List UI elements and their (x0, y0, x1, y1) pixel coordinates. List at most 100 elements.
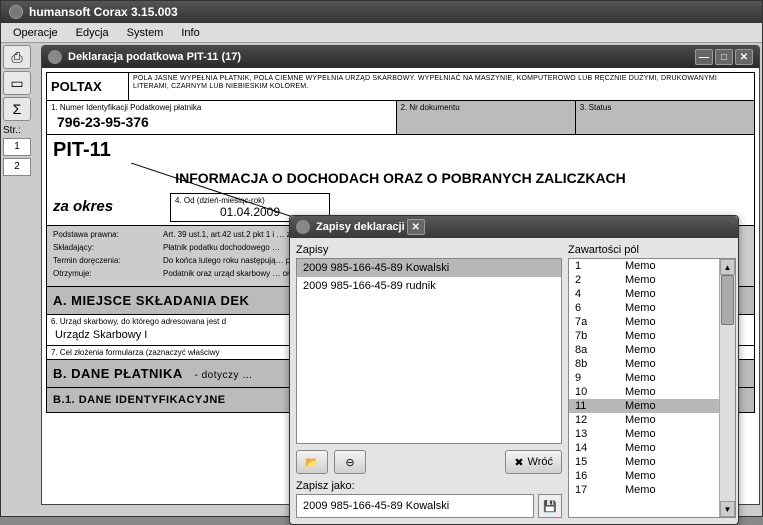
field-row[interactable]: 11Memo (569, 399, 719, 413)
back-button[interactable]: ✖Wróć (505, 450, 562, 474)
menu-edycja[interactable]: Edycja (68, 25, 117, 41)
nip-value: 796-23-95-376 (51, 112, 392, 132)
entries-label: Zapisy (296, 244, 562, 256)
field-row[interactable]: 17Memo (569, 483, 719, 497)
dialog-icon (296, 220, 310, 234)
close-button[interactable]: ✕ (735, 49, 753, 65)
toolbar-btn-3[interactable]: Σ (3, 97, 31, 121)
field-value: Memo (625, 470, 713, 482)
delete-button[interactable]: ⊖ (334, 450, 366, 474)
page-btn-2[interactable]: 2 (3, 158, 31, 176)
field-value: Memo (625, 260, 713, 272)
pit-code: PIT-11 (46, 135, 755, 166)
field-row[interactable]: 8aMemo (569, 343, 719, 357)
entries-listbox[interactable]: 2009 985-166-45-89 Kowalski2009 985-166-… (296, 258, 562, 444)
field-row[interactable]: 16Memo (569, 469, 719, 483)
legal-k4: Otrzymuje: (53, 269, 163, 278)
scroll-thumb[interactable] (721, 275, 734, 325)
field-row[interactable]: 7aMemo (569, 315, 719, 329)
menu-info[interactable]: Info (173, 25, 207, 41)
field-value: Memo (625, 386, 713, 398)
menu-system[interactable]: System (119, 25, 172, 41)
field-row[interactable]: 1Memo (569, 259, 719, 273)
field-row[interactable]: 4Memo (569, 287, 719, 301)
field-number: 6 (575, 302, 625, 314)
declaration-title: Deklaracja podatkowa PIT-11 (17) (68, 51, 241, 63)
menu-operacje[interactable]: Operacje (5, 25, 66, 41)
cancel-icon: ✖ (514, 456, 523, 469)
field-row[interactable]: 12Memo (569, 413, 719, 427)
field-value: Memo (625, 442, 713, 454)
field-row[interactable]: 9Memo (569, 371, 719, 385)
app-icon (9, 5, 23, 19)
field-row[interactable]: 14Memo (569, 441, 719, 455)
field-row[interactable]: 6Memo (569, 301, 719, 315)
open-folder-button[interactable]: 📂 (296, 450, 328, 474)
printer-icon: ⎙ (11, 49, 22, 66)
dialog-close-button[interactable]: ✕ (407, 219, 425, 235)
legal-k1: Podstawa prawna: (53, 230, 163, 239)
field-number: 14 (575, 442, 625, 454)
nip-label: 1. Numer Identyfikacji Podatkowej płatni… (51, 103, 392, 112)
field-row[interactable]: 2Memo (569, 273, 719, 287)
save-button[interactable]: 💾 (538, 494, 562, 518)
field-number: 10 (575, 386, 625, 398)
field-value: Memo (625, 316, 713, 328)
field-number: 8a (575, 344, 625, 356)
field-value: Memo (625, 456, 713, 468)
dialog-title: Zapisy deklaracji (316, 221, 405, 233)
field-value: Memo (625, 274, 713, 286)
field-number: 11 (575, 400, 625, 412)
dialog-titlebar: Zapisy deklaracji ✕ (290, 216, 738, 238)
field-row[interactable]: 13Memo (569, 427, 719, 441)
okres-sublabel: 4. Od (dzień-miesiąc-rok) (175, 196, 325, 205)
field-row[interactable]: 8bMemo (569, 357, 719, 371)
field-value: Memo (625, 288, 713, 300)
status-cell: 3. Status (575, 101, 754, 134)
field-number: 1 (575, 260, 625, 272)
save-as-input[interactable] (296, 494, 534, 518)
field-number: 8b (575, 358, 625, 370)
entry-item[interactable]: 2009 985-166-45-89 rudnik (297, 277, 561, 295)
field-number: 16 (575, 470, 625, 482)
declaration-icon (48, 50, 62, 64)
field-number: 13 (575, 428, 625, 440)
fields-scrollbar[interactable]: ▲ ▼ (719, 259, 735, 517)
field-number: 9 (575, 372, 625, 384)
field-value: Memo (625, 302, 713, 314)
scroll-up-icon[interactable]: ▲ (720, 259, 735, 275)
minimize-button[interactable]: — (695, 49, 713, 65)
fields-listbox[interactable]: 1Memo2Memo4Memo6Memo7aMemo7bMemo8aMemo8b… (568, 258, 736, 518)
field-number: 7a (575, 316, 625, 328)
minus-icon: ⊖ (345, 456, 354, 469)
field-number: 2 (575, 274, 625, 286)
toolbar-btn-2[interactable]: ▭ (3, 71, 31, 95)
field-number: 12 (575, 414, 625, 426)
field-value: Memo (625, 344, 713, 356)
scroll-down-icon[interactable]: ▼ (720, 501, 735, 517)
toolbar-btn-1[interactable]: ⎙ (3, 45, 31, 69)
page-label: Str.: (3, 125, 37, 136)
field-number: 4 (575, 288, 625, 300)
okres-label: za okres (47, 190, 167, 225)
poltax-label: POLTAX (47, 73, 129, 100)
sum-icon: Σ (13, 101, 22, 117)
field-row[interactable]: 10Memo (569, 385, 719, 399)
entry-item[interactable]: 2009 985-166-45-89 Kowalski (297, 259, 561, 277)
field-value: Memo (625, 428, 713, 440)
fields-label: Zawartości pól (568, 244, 736, 256)
field-row[interactable]: 15Memo (569, 455, 719, 469)
field-value: Memo (625, 358, 713, 370)
field-number: 17 (575, 484, 625, 496)
app-window: humansoft Corax 3.15.003 Operacje Edycja… (0, 0, 763, 517)
section-b-sub: - dotyczy … (194, 370, 252, 381)
field-value: Memo (625, 400, 713, 412)
page-btn-1[interactable]: 1 (3, 138, 31, 156)
save-as-label: Zapisz jako: (296, 480, 562, 492)
nr-dokumentu-cell: 2. Nr dokumentu (396, 101, 575, 134)
big-info: INFORMACJA O DOCHODACH ORAZ O POBRANYCH … (46, 166, 755, 190)
field-row[interactable]: 7bMemo (569, 329, 719, 343)
maximize-button[interactable]: □ (715, 49, 733, 65)
form-instruction: POLA JASNE WYPEŁNIA PŁATNIK, POLA CIEMNE… (129, 73, 754, 100)
field-number: 15 (575, 456, 625, 468)
